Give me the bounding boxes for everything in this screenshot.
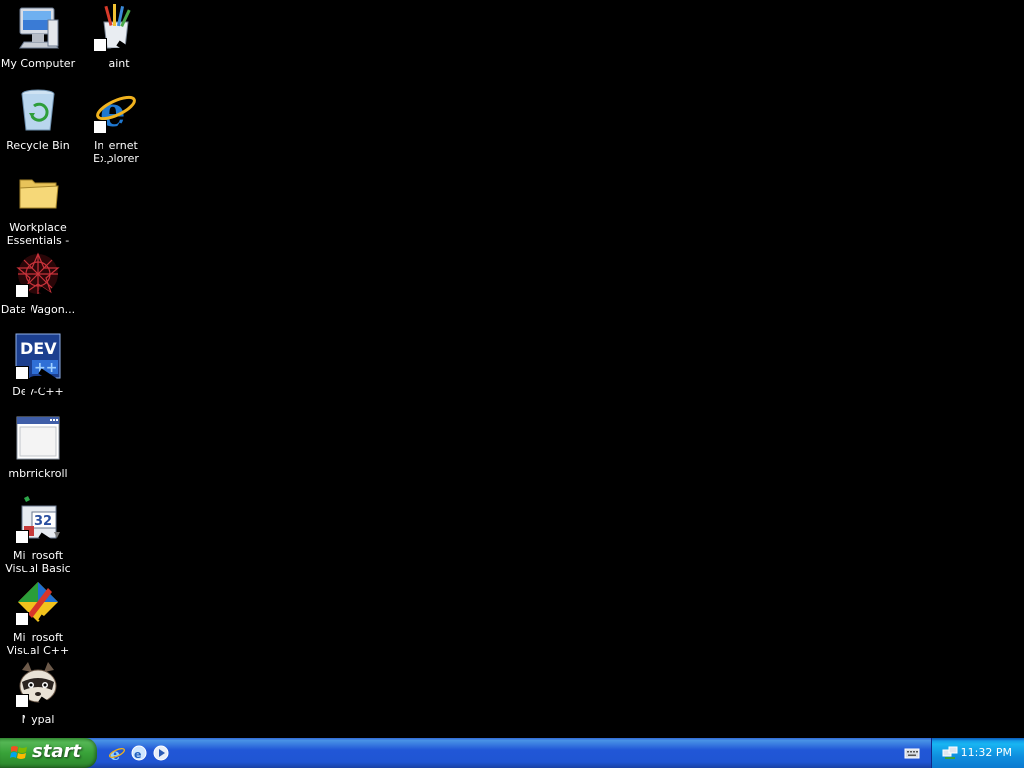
windows-flag-icon bbox=[10, 746, 27, 759]
outlook-express-icon[interactable]: e bbox=[130, 744, 148, 762]
dev-cpp-icon: DEV ++ bbox=[14, 332, 62, 407]
desktop-icon-datawagon[interactable]: DataWagon... bbox=[0, 250, 76, 325]
desktop-icon-label: Workplace Essentials - J... bbox=[6, 221, 70, 247]
svg-text:32: 32 bbox=[34, 514, 52, 529]
desktop-icon-label: My Computer bbox=[0, 57, 76, 70]
internet-explorer-icon: e bbox=[92, 86, 140, 161]
desktop-icon-internet-explorer[interactable]: e Internet Explorer bbox=[78, 86, 154, 165]
clock[interactable]: 11:32 PM bbox=[961, 746, 1012, 759]
shortcut-arrow-icon bbox=[15, 694, 58, 735]
raccoon-icon bbox=[14, 660, 62, 735]
svg-text:DEV: DEV bbox=[20, 339, 57, 358]
datawagon-icon bbox=[14, 250, 62, 325]
svg-text:e: e bbox=[134, 748, 141, 761]
shortcut-arrow-icon bbox=[15, 366, 58, 407]
shortcut-arrow-icon bbox=[93, 38, 136, 79]
desktop-icon-mbrrickroll[interactable]: mbrrickroll bbox=[0, 414, 76, 480]
folder-icon bbox=[14, 168, 62, 216]
desktop: My Computer Paint Recycle Bin e Internet… bbox=[0, 0, 1024, 738]
desktop-icon-visual-basic[interactable]: 32 Microsoft Visual Basic 6.0 bbox=[0, 496, 76, 575]
media-player-icon[interactable] bbox=[152, 744, 170, 762]
internet-explorer-icon[interactable]: e bbox=[108, 744, 126, 762]
desktop-icon-mypal[interactable]: Mypal bbox=[0, 660, 76, 735]
recycle-bin-icon bbox=[14, 86, 62, 134]
taskbar: start e e 11:32 PM bbox=[0, 738, 1024, 768]
desktop-icon-paint[interactable]: Paint bbox=[78, 4, 154, 79]
keyboard-icon[interactable] bbox=[904, 746, 920, 760]
start-button[interactable]: start bbox=[0, 738, 97, 768]
visual-cpp-icon bbox=[14, 578, 62, 653]
paint-icon bbox=[92, 4, 140, 79]
desktop-icon-visual-cpp[interactable]: Microsoft Visual C++ 6.0 bbox=[0, 578, 76, 657]
computer-icon bbox=[14, 4, 62, 52]
shortcut-arrow-icon bbox=[15, 612, 58, 653]
desktop-icon-recycle-bin[interactable]: Recycle Bin bbox=[0, 86, 76, 152]
desktop-icon-my-computer[interactable]: My Computer bbox=[0, 4, 76, 70]
desktop-icon-label: Recycle Bin bbox=[6, 139, 70, 152]
shortcut-arrow-icon bbox=[93, 120, 136, 161]
shortcut-arrow-icon bbox=[15, 284, 58, 325]
system-tray: 11:32 PM bbox=[931, 738, 1024, 768]
shortcut-arrow-icon bbox=[15, 530, 58, 571]
desktop-icon-dev-cpp[interactable]: DEV ++ Dev-C++ bbox=[0, 332, 76, 407]
visual-basic-icon: 32 bbox=[14, 496, 62, 571]
network-icon[interactable] bbox=[942, 745, 958, 761]
desktop-icon-label: mbrrickroll bbox=[8, 467, 68, 480]
desktop-icon-workplace-essentials[interactable]: Workplace Essentials - J... bbox=[0, 168, 76, 247]
start-label: start bbox=[32, 741, 81, 762]
application-window-icon bbox=[14, 414, 62, 462]
